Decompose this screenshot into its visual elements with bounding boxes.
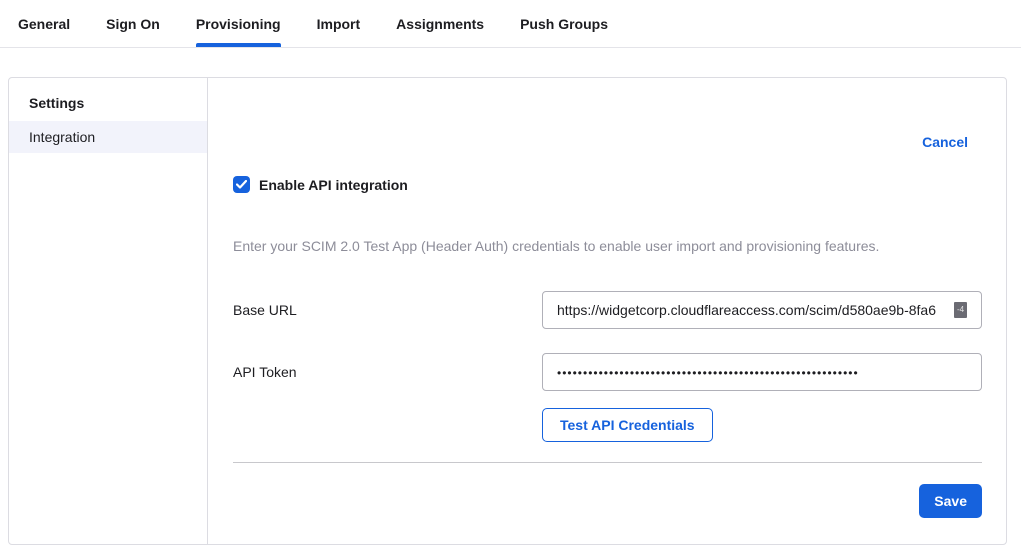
integration-form: Cancel Enable API integration Enter your… xyxy=(208,78,1007,544)
enable-api-checkbox[interactable] xyxy=(233,176,250,193)
sidebar-heading: Settings xyxy=(9,87,207,121)
api-token-input-wrap xyxy=(542,353,982,391)
api-token-row: API Token xyxy=(233,353,982,391)
settings-sidebar: Settings Integration xyxy=(9,78,208,544)
save-button[interactable]: Save xyxy=(919,484,982,518)
cancel-row: Cancel xyxy=(233,134,982,150)
text-cursor-block: -4 xyxy=(954,302,967,318)
app-tab-bar: General Sign On Provisioning Import Assi… xyxy=(0,0,1021,48)
tab-import[interactable]: Import xyxy=(317,0,361,47)
footer-divider xyxy=(233,462,982,463)
tab-push-groups[interactable]: Push Groups xyxy=(520,0,608,47)
enable-api-row: Enable API integration xyxy=(233,176,982,193)
save-row: Save xyxy=(233,484,982,518)
enable-api-label: Enable API integration xyxy=(259,177,408,193)
api-token-input[interactable] xyxy=(542,353,982,391)
test-api-credentials-button[interactable]: Test API Credentials xyxy=(542,408,713,442)
base-url-input[interactable] xyxy=(542,291,982,329)
base-url-label: Base URL xyxy=(233,302,542,318)
test-credentials-row: Test API Credentials xyxy=(233,408,982,442)
base-url-row: Base URL -4 xyxy=(233,291,982,329)
provisioning-panel: Settings Integration Cancel Enable API i… xyxy=(8,77,1007,545)
sidebar-item-integration[interactable]: Integration xyxy=(9,121,207,153)
api-token-label: API Token xyxy=(233,364,542,380)
credentials-description: Enter your SCIM 2.0 Test App (Header Aut… xyxy=(233,238,982,254)
check-icon xyxy=(236,180,247,189)
base-url-input-wrap: -4 xyxy=(542,291,982,329)
tab-sign-on[interactable]: Sign On xyxy=(106,0,160,47)
tab-provisioning[interactable]: Provisioning xyxy=(196,0,281,47)
cancel-button[interactable]: Cancel xyxy=(922,134,968,150)
tab-assignments[interactable]: Assignments xyxy=(396,0,484,47)
tab-general[interactable]: General xyxy=(18,0,70,47)
